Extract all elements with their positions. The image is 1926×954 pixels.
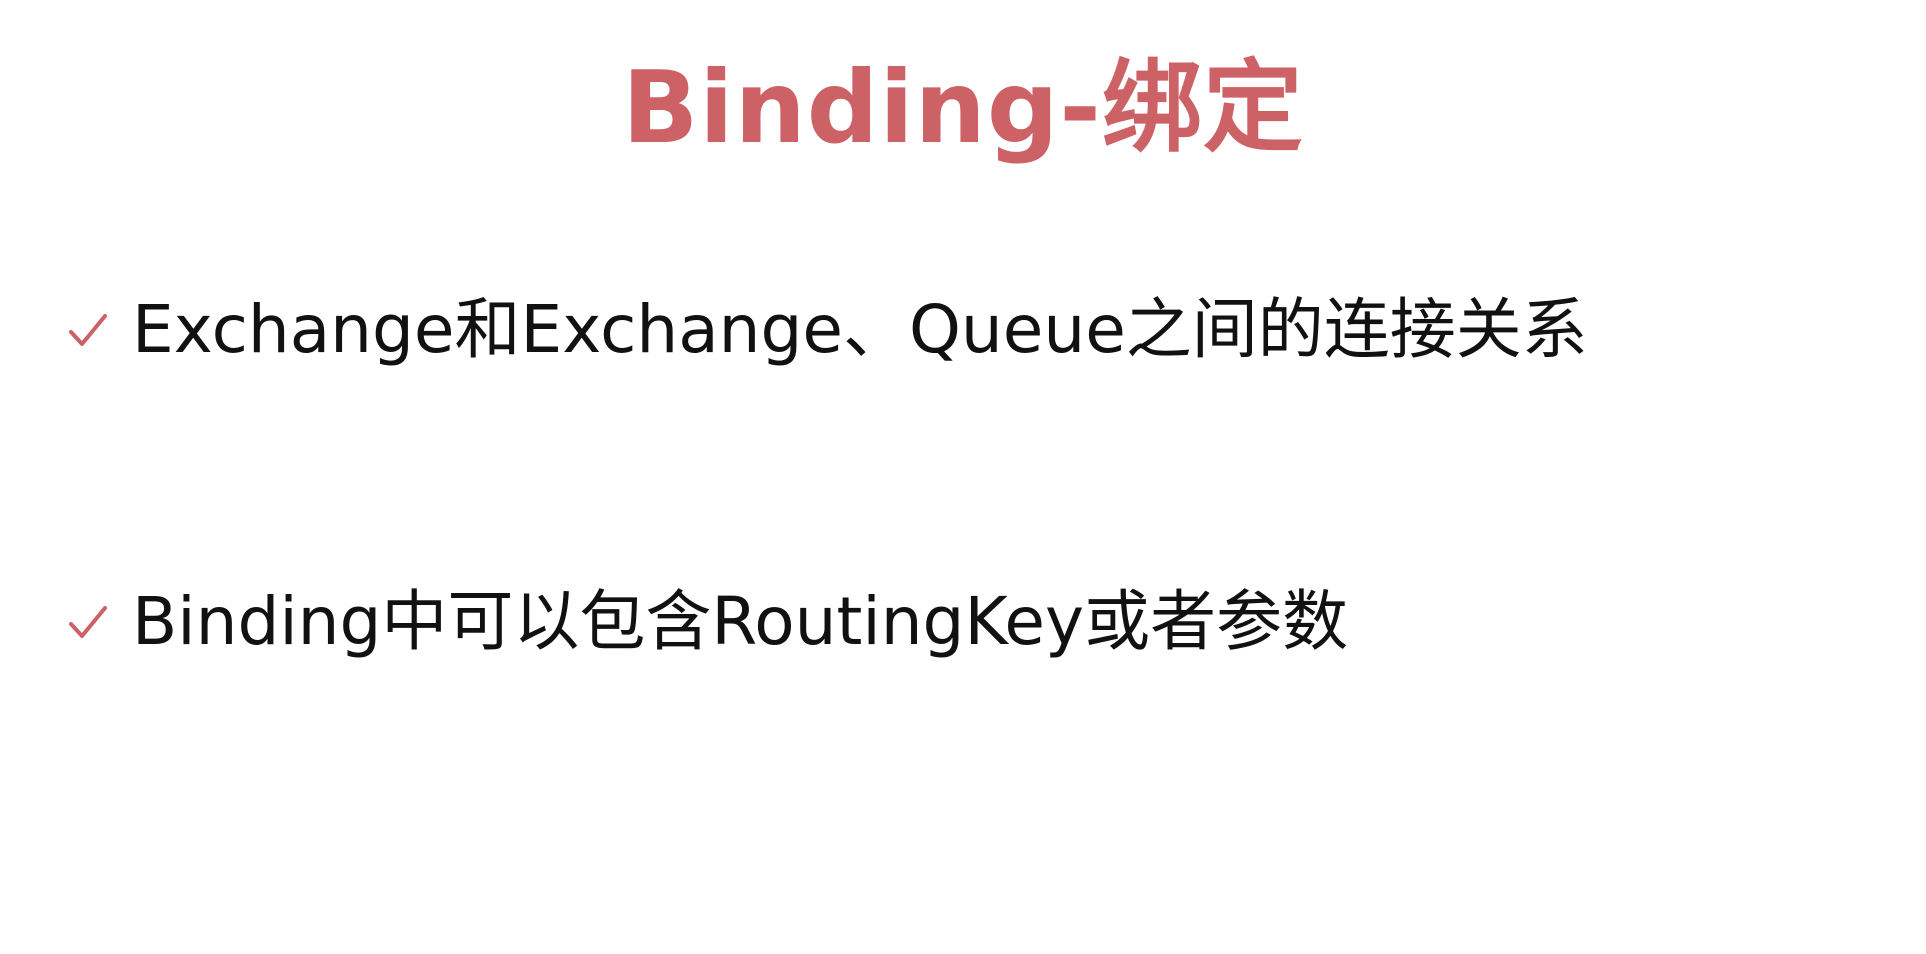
- bullet-text: Binding中可以包含RoutingKey或者参数: [132, 583, 1349, 660]
- slide: Binding-绑定 Exchange和Exchange、Queue之间的连接关…: [0, 0, 1926, 954]
- check-icon: [69, 314, 107, 346]
- bullet-item: Binding中可以包含RoutingKey或者参数: [66, 582, 1348, 662]
- check-icon: [69, 606, 107, 638]
- bullet-text: Exchange和Exchange、Queue之间的连接关系: [132, 291, 1588, 368]
- bullet-item: Exchange和Exchange、Queue之间的连接关系: [66, 290, 1588, 370]
- slide-title: Binding-绑定: [622, 49, 1304, 166]
